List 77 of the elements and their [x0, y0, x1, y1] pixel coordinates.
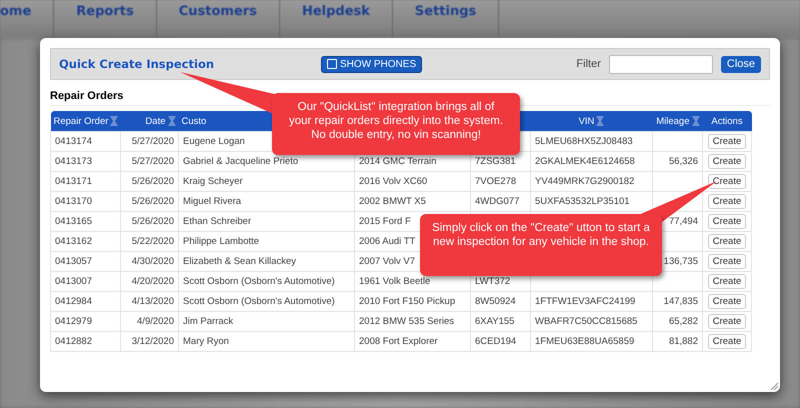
sort-icon[interactable]: [692, 116, 700, 126]
table-cell: 56,326: [652, 152, 702, 172]
table-cell: 6XAY155: [470, 312, 530, 332]
table-cell: 5/27/2020: [120, 152, 178, 172]
table-cell: WBAFR7C50CC815685: [530, 312, 652, 332]
table-cell: 4/20/2020: [120, 272, 178, 292]
table-cell: 2GKALMEK4E6124658: [530, 152, 652, 172]
table-cell: 0413165: [50, 212, 120, 232]
table-cell: 0413171: [50, 172, 120, 192]
table-cell: 4/13/2020: [120, 292, 178, 312]
table-cell: Scott Osborn (Osborn's Automotive): [178, 292, 354, 312]
table-cell: 147,835: [652, 292, 702, 312]
checkbox[interactable]: [327, 59, 337, 69]
create-button[interactable]: Create: [708, 314, 746, 329]
table-cell: 5/26/2020: [120, 172, 178, 192]
create-button[interactable]: Create: [708, 334, 746, 349]
column-header[interactable]: Custo: [182, 116, 206, 126]
table-cell: 81,882: [652, 332, 702, 352]
close-button[interactable]: Close: [720, 56, 761, 72]
create-button[interactable]: Create: [708, 294, 746, 309]
create-button[interactable]: Create: [708, 174, 746, 189]
table-cell: 6CED194: [470, 332, 530, 352]
table-cell: YV449MRK7G2900182: [530, 172, 652, 192]
table-cell: Mary Ryon: [178, 332, 354, 352]
table-cell: 2010 Fort F150 Pickup: [354, 292, 470, 312]
table-cell: 4/9/2020: [120, 312, 178, 332]
table-cell: 2012 BMW 535 Series: [354, 312, 470, 332]
table-cell: Kraig Scheyer: [178, 172, 354, 192]
table-cell: 4WDG077: [470, 192, 530, 212]
sort-icon[interactable]: [110, 116, 118, 126]
table-cell: 7VOE278: [470, 172, 530, 192]
table-cell: 8W50924: [470, 292, 530, 312]
filter-field[interactable]: [608, 54, 713, 74]
create-button[interactable]: Create: [708, 274, 746, 289]
table-cell: 1FTFW1EV3AFC24199: [530, 292, 652, 312]
resize-grip-icon[interactable]: [770, 382, 778, 390]
table-cell: 2008 Fort Explorer: [354, 332, 470, 352]
column-header[interactable]: Date: [145, 116, 166, 126]
callout-bubble: Simply click on the "Create" utton to start a new inspection for any vehicle in the shop.: [420, 214, 662, 276]
sort-icon[interactable]: [596, 116, 604, 126]
create-button[interactable]: Create: [708, 254, 746, 269]
table-cell: 5/22/2020: [120, 232, 178, 252]
table-cell: 1FMEU63E88UA65859: [530, 332, 652, 352]
table-cell: 3/12/2020: [120, 332, 178, 352]
table-cell: 0413170: [50, 192, 120, 212]
table-cell: 5/26/2020: [120, 212, 178, 232]
sort-icon[interactable]: [168, 116, 176, 126]
table-cell: Jim Parrack: [178, 312, 354, 332]
table-cell: 0413173: [50, 152, 120, 172]
table-cell: 0412979: [50, 312, 120, 332]
column-header[interactable]: VIN: [578, 116, 594, 126]
create-button[interactable]: Create: [708, 194, 746, 209]
table-cell: 0413007: [50, 272, 120, 292]
table-cell: 5/27/2020: [120, 132, 178, 152]
create-button[interactable]: Create: [708, 214, 746, 229]
create-button[interactable]: Create: [708, 134, 746, 149]
filter-label: Filter: [576, 58, 601, 70]
table-cell: 2016 Volv XC60: [354, 172, 470, 192]
table-cell: Miguel Rivera: [178, 192, 354, 212]
table-cell: 0413162: [50, 232, 120, 252]
table-cell: Ethan Schreiber: [178, 212, 354, 232]
table-cell: 5LMEU68HX5ZJ08483: [530, 132, 652, 152]
table-cell: 0412882: [50, 332, 120, 352]
table-cell: 2002 BMWT X5: [354, 192, 470, 212]
create-button[interactable]: Create: [708, 234, 746, 249]
table-cell: 65,282: [652, 312, 702, 332]
create-button[interactable]: Create: [708, 154, 746, 169]
table-cell: 0413057: [50, 252, 120, 272]
table-cell: Scott Osborn (Osborn's Automotive): [178, 272, 354, 292]
table-cell: 0413174: [50, 132, 120, 152]
show-phones-button[interactable]: SHOW PHONES: [321, 56, 422, 72]
table-cell: 5/26/2020: [120, 192, 178, 212]
table-cell: 0412984: [50, 292, 120, 312]
dialog-title: Quick Create Inspection: [59, 57, 216, 71]
table-cell: Elizabeth & Sean Killackey: [178, 252, 354, 272]
table-cell: Philippe Lambotte: [178, 232, 354, 252]
table-cell: 4/30/2020: [120, 252, 178, 272]
